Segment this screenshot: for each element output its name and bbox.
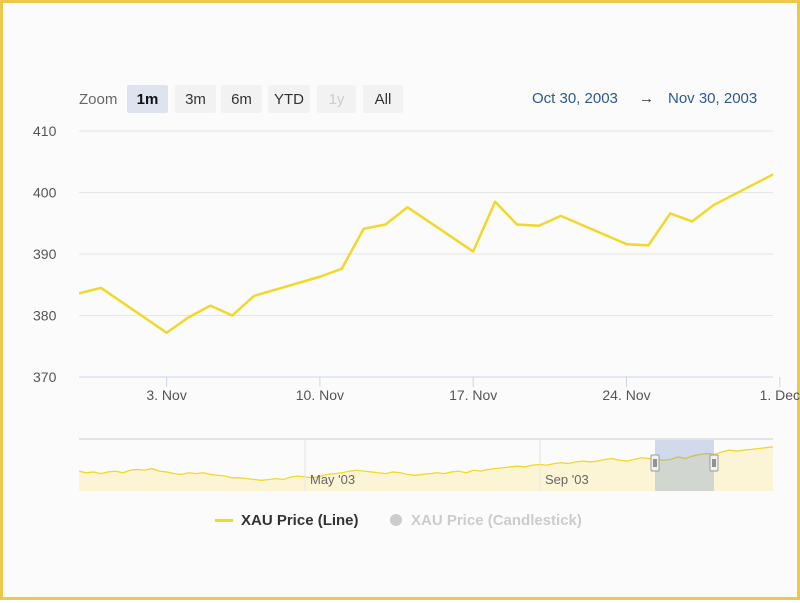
- navigator-left-handle[interactable]: [650, 454, 660, 472]
- legend-line-symbol: [215, 518, 233, 522]
- y-gridlines: [79, 130, 773, 378]
- y-axis: 370 380 390 400 410: [33, 123, 57, 385]
- handle-grip-icon[interactable]: [650, 454, 660, 472]
- x-axis: 3. Nov 10. Nov 17. Nov 24. Nov 1. Dec: [146, 377, 800, 403]
- legend-label-candlestick: XAU Price (Candlestick): [411, 511, 582, 529]
- chart-container: Zoom 1m 3m 6m YTD 1y All Oct 30, 2003 → …: [0, 0, 800, 600]
- x-tick-label: 1. Dec: [760, 387, 800, 403]
- navigator[interactable]: May '03 Sep '03: [78, 438, 774, 491]
- navigator-selection[interactable]: [655, 440, 714, 491]
- plot-area: [79, 171, 780, 334]
- navigator-right-handle[interactable]: [709, 454, 719, 472]
- legend-dot-symbol: [390, 514, 402, 526]
- legend-item-candlestick[interactable]: XAU Price (Candlestick): [390, 508, 582, 532]
- x-tick-label: 17. Nov: [449, 387, 497, 403]
- legend: XAU Price (Line) XAU Price (Candlestick): [3, 508, 800, 534]
- x-tick-label: 10. Nov: [296, 387, 344, 403]
- handle-grip-icon[interactable]: [709, 454, 719, 472]
- y-tick-label: 370: [33, 369, 57, 385]
- y-tick-label: 410: [33, 123, 57, 139]
- x-tick-label: 3. Nov: [146, 387, 186, 403]
- series-line-xau[interactable]: [79, 171, 780, 334]
- navigator-label: May '03: [310, 472, 355, 487]
- y-tick-label: 380: [33, 308, 57, 324]
- x-tick-label: 24. Nov: [602, 387, 650, 403]
- legend-item-line[interactable]: XAU Price (Line): [215, 508, 359, 532]
- y-tick-label: 390: [33, 246, 57, 262]
- y-tick-label: 400: [33, 185, 57, 201]
- legend-label-line: XAU Price (Line): [241, 511, 359, 529]
- navigator-label: Sep '03: [545, 472, 589, 487]
